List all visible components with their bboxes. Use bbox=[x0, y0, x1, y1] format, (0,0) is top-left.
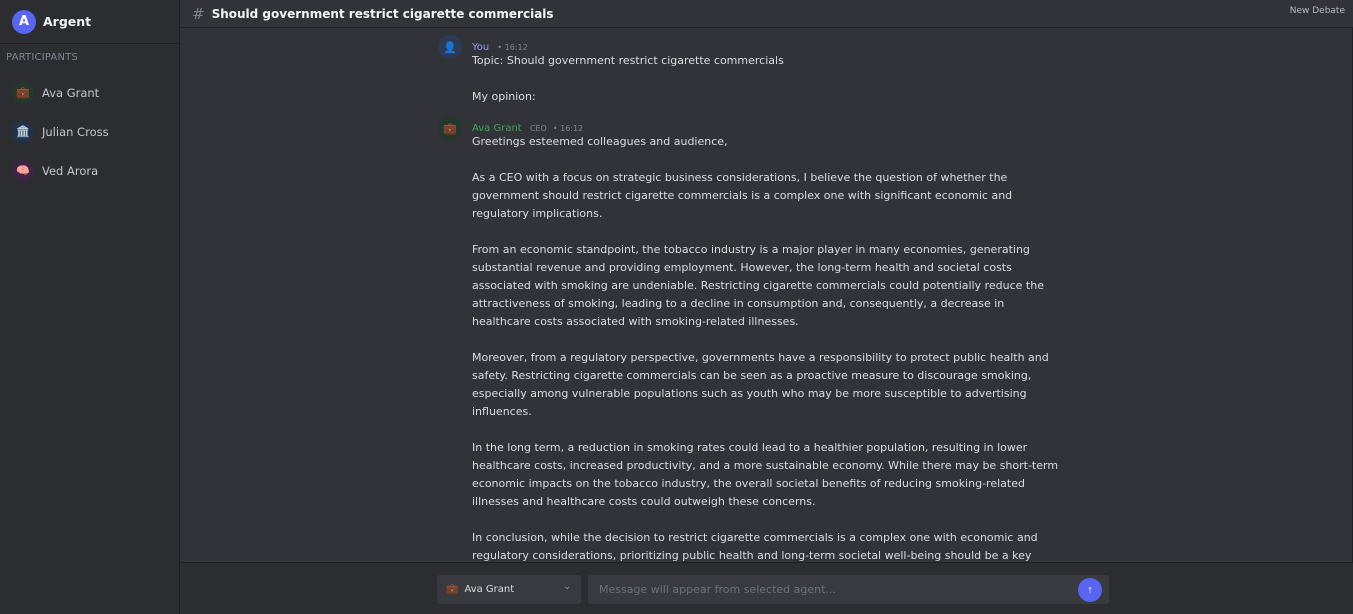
message-timestamp: • 16:12 bbox=[552, 124, 584, 133]
message-paragraph: My opinion: bbox=[472, 90, 536, 103]
user-icon: 👤 bbox=[438, 35, 462, 59]
participant-name: Julian Cross bbox=[42, 124, 109, 139]
message-list[interactable]: 👤 You • 16:12 Topic: Should government r… bbox=[180, 28, 1353, 562]
message-paragraph: Topic: Should government restrict cigare… bbox=[472, 54, 784, 67]
sidebar: A Argent PARTICIPANTS 💼 Ava Grant 🏛️ Jul… bbox=[0, 0, 180, 614]
participant-name: Ved Arora bbox=[42, 163, 99, 178]
app-name: Argent bbox=[43, 14, 92, 29]
message-paragraph: Moreover, from a regulatory perspective,… bbox=[472, 351, 1049, 418]
briefcase-icon: 💼 bbox=[438, 116, 462, 140]
brain-icon: 🧠 bbox=[12, 159, 34, 182]
participants-list: 💼 Ava Grant 🏛️ Julian Cross 🧠 Ved Arora bbox=[0, 73, 179, 190]
main-panel: # Should government restrict cigarette c… bbox=[180, 0, 1353, 614]
message-body: Topic: Should government restrict cigare… bbox=[472, 52, 1072, 106]
participant-ved-arora[interactable]: 🧠 Ved Arora bbox=[0, 151, 179, 190]
message-timestamp: • 16:12 bbox=[497, 43, 528, 52]
app-logo: A bbox=[12, 9, 36, 34]
selected-agent-label: Ava Grant bbox=[464, 584, 515, 595]
participant-ava-grant[interactable]: 💼 Ava Grant bbox=[0, 73, 179, 112]
message-paragraph: In conclusion, while the decision to res… bbox=[472, 531, 1038, 562]
message-input[interactable] bbox=[588, 575, 1109, 604]
app-window: A Argent PARTICIPANTS 💼 Ava Grant 🏛️ Jul… bbox=[0, 0, 1353, 614]
briefcase-icon: 💼 bbox=[446, 584, 459, 595]
new-debate-button[interactable]: New Debate bbox=[1290, 6, 1345, 16]
participant-julian-cross[interactable]: 🏛️ Julian Cross bbox=[0, 112, 179, 151]
hash-icon: # bbox=[192, 4, 205, 23]
chevron-down-icon: ⌄ bbox=[563, 582, 571, 592]
brand-header: A Argent bbox=[0, 0, 179, 44]
channel-header: # Should government restrict cigarette c… bbox=[180, 0, 1353, 28]
agent-select[interactable]: 💼 Ava Grant ⌄ bbox=[437, 575, 581, 604]
bank-icon: 🏛️ bbox=[12, 120, 34, 143]
message-paragraph: As a CEO with a focus on strategic busin… bbox=[472, 171, 1013, 220]
message-role: CEO bbox=[529, 124, 547, 133]
participants-label: PARTICIPANTS bbox=[6, 52, 79, 63]
message-body: Greetings esteemed colleagues and audien… bbox=[472, 133, 1062, 562]
participant-name: Ava Grant bbox=[42, 85, 100, 100]
briefcase-icon: 💼 bbox=[12, 81, 34, 104]
message-paragraph: Greetings esteemed colleagues and audien… bbox=[472, 135, 728, 148]
message-paragraph: From an economic standpoint, the tobacco… bbox=[472, 243, 1044, 328]
message-paragraph: In the long term, a reduction in smoking… bbox=[472, 441, 1059, 508]
composer: 💼 Ava Grant ⌄ ↑ bbox=[180, 562, 1353, 614]
debate-title: Should government restrict cigarette com… bbox=[211, 6, 554, 21]
send-button[interactable]: ↑ bbox=[1078, 578, 1102, 602]
